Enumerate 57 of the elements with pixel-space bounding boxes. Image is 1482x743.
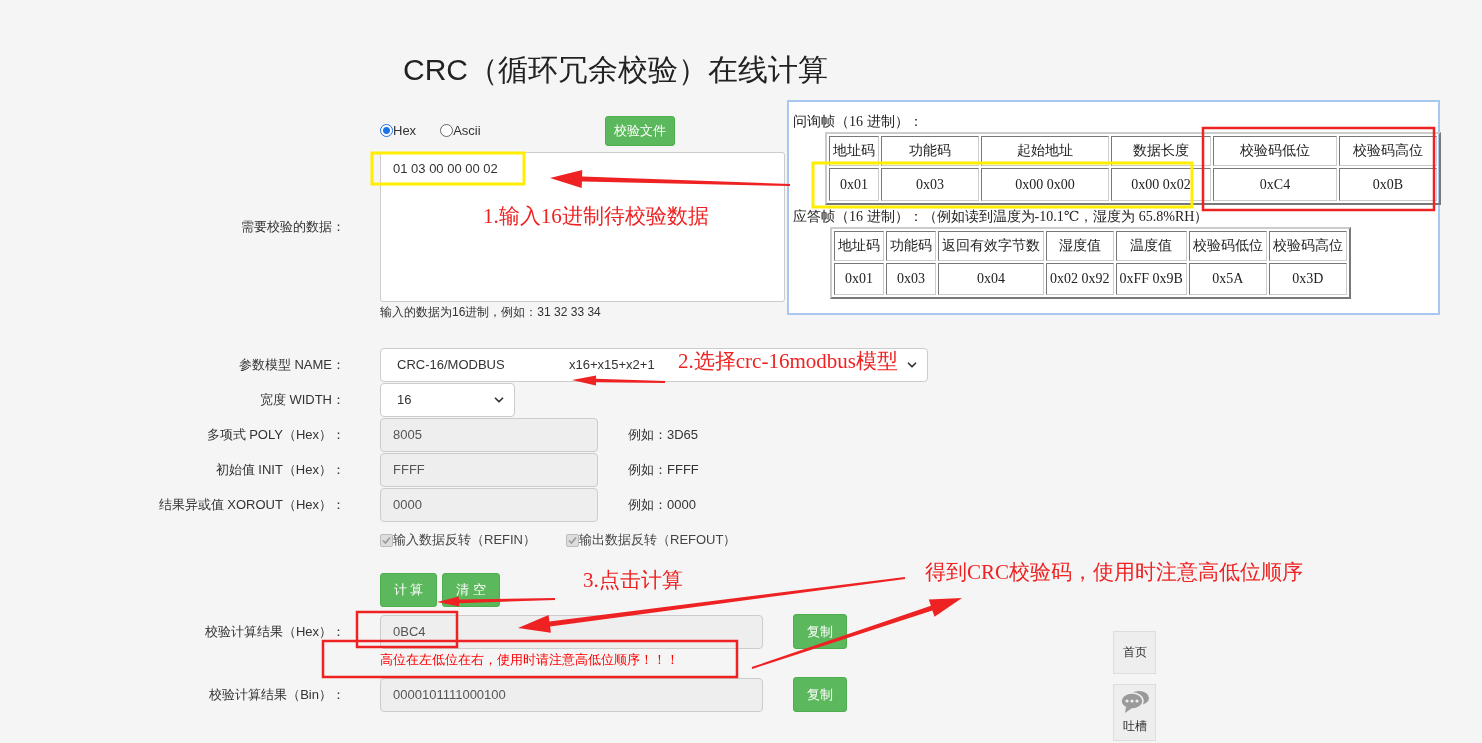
table-cell: 0x0B bbox=[1339, 168, 1437, 201]
checkbox-label: 输入数据反转（REFIN） bbox=[393, 531, 536, 549]
feedback-button[interactable]: 吐槽 bbox=[1113, 684, 1156, 741]
dropdown-select[interactable]: 16 bbox=[380, 382, 515, 417]
table-header-cell: 校验码低位 bbox=[1213, 136, 1337, 166]
example-text: 例如：3D65 bbox=[628, 425, 699, 444]
inset-title: 问询帧（16 进制）： bbox=[793, 113, 924, 131]
table-cell: 0x04 bbox=[938, 263, 1044, 295]
warning-text: 高位在左低位在右，使用时请注意高低位顺序！！！ bbox=[380, 651, 679, 669]
table-cell: 0x03 bbox=[886, 263, 936, 295]
field-label: 校验计算结果（Bin）： bbox=[208, 685, 345, 704]
table-header-cell: 校验码高位 bbox=[1268, 231, 1347, 261]
annotation-text: 2.选择crc-16modbus模型 bbox=[678, 348, 898, 375]
radio-button[interactable] bbox=[380, 124, 393, 137]
table-cell: 0x03 bbox=[881, 168, 979, 201]
example-text: 例如：FFFF bbox=[628, 460, 699, 479]
home-button[interactable]: 首页 bbox=[1113, 631, 1156, 674]
annotation-text: 1.输入16进制待校验数据 bbox=[483, 203, 709, 230]
radio-label: Ascii bbox=[453, 123, 481, 138]
table-header-cell: 温度值 bbox=[1115, 231, 1187, 261]
field-label: 参数模型 NAME： bbox=[237, 355, 345, 374]
table-header-cell: 返回有效字节数 bbox=[938, 231, 1044, 261]
table-header-cell: 校验码低位 bbox=[1188, 231, 1267, 261]
table-header-cell: 数据长度 bbox=[1111, 136, 1211, 166]
table-cell: 0x3D bbox=[1268, 263, 1347, 295]
table-cell: 0xC4 bbox=[1213, 168, 1337, 201]
annotation-text: 3.点击计算 bbox=[583, 567, 683, 594]
table-cell: 0x5A bbox=[1188, 263, 1267, 295]
page-title: CRC（循环冗余校验）在线计算 bbox=[403, 52, 829, 88]
result-field[interactable]: 0000101111000100 bbox=[380, 677, 763, 712]
table-cell: 0x01 bbox=[834, 263, 884, 295]
table-header-cell: 起始地址 bbox=[981, 136, 1109, 166]
annotation-text: 得到CRC校验码，使用时注意高低位顺序 bbox=[925, 559, 1304, 586]
input-hint: 输入的数据为16进制，例如：31 32 33 34 bbox=[380, 303, 602, 321]
field-label: 多项式 POLY（Hex）： bbox=[205, 425, 345, 444]
field-label: 结果异或值 XOROUT（Hex）： bbox=[157, 495, 345, 514]
table-cell: 0xFF 0x9B bbox=[1115, 263, 1187, 295]
table-header-cell: 功能码 bbox=[886, 231, 936, 261]
chat-bubbles-icon bbox=[1119, 690, 1150, 714]
table-header-cell: 地址码 bbox=[834, 231, 884, 261]
field-label: 校验计算结果（Hex）： bbox=[203, 622, 345, 641]
field-label: 宽度 WIDTH： bbox=[258, 390, 345, 409]
table-cell: 0x01 bbox=[829, 168, 879, 201]
table-header-cell: 功能码 bbox=[881, 136, 979, 166]
radio-label: Hex bbox=[393, 123, 417, 138]
inset-title: 应答帧（16 进制）：（例如读到温度为-10.1℃，湿度为 65.8%RH） bbox=[793, 208, 1210, 226]
table-header-cell: 校验码高位 bbox=[1339, 136, 1437, 166]
example-text: 例如：0000 bbox=[628, 495, 696, 514]
table-header-cell: 湿度值 bbox=[1046, 231, 1114, 261]
radio-button[interactable] bbox=[440, 124, 454, 137]
table-cell: 0x00 0x00 bbox=[981, 168, 1109, 201]
table-cell: 0x02 0x92 bbox=[1046, 263, 1114, 295]
table-cell: 0x00 0x02 bbox=[1111, 168, 1211, 201]
field-label: 初始值 INIT（Hex）： bbox=[214, 460, 345, 479]
table-header-cell: 地址码 bbox=[829, 136, 879, 166]
checkbox-label: 输出数据反转（REFOUT） bbox=[579, 531, 737, 549]
field-label: 需要校验的数据： bbox=[240, 218, 345, 236]
